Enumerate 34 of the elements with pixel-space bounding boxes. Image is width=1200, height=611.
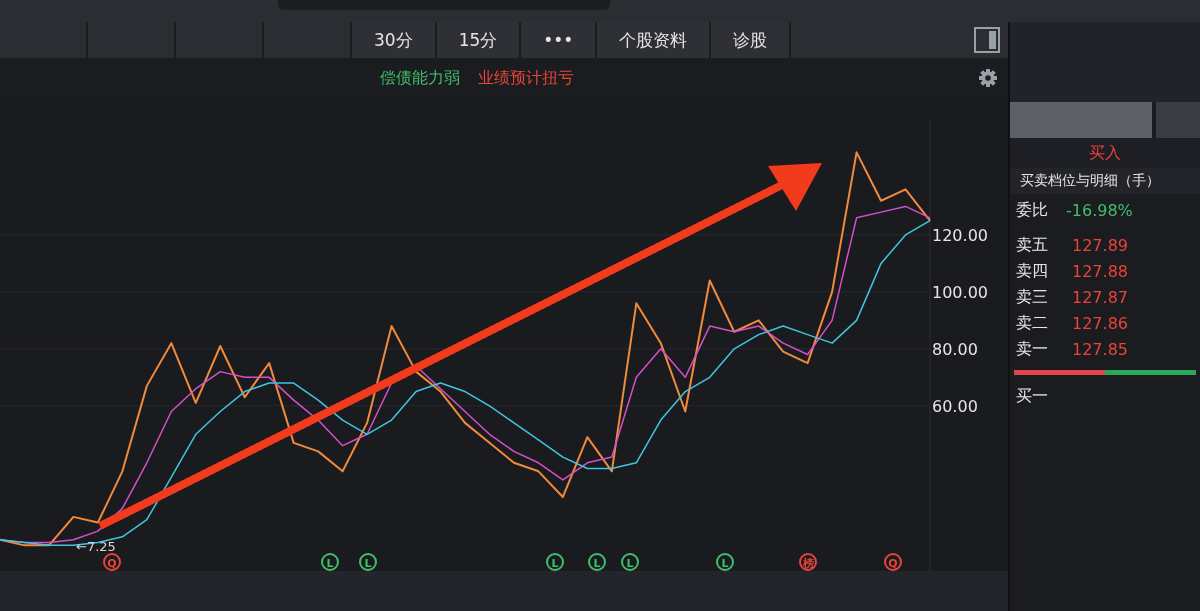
- stock-tag: 业绩预计扭亏: [478, 67, 574, 89]
- settings-icon[interactable]: [978, 68, 998, 88]
- event-marker[interactable]: L: [321, 553, 339, 571]
- event-marker[interactable]: L: [588, 553, 606, 571]
- row-label: 卖五: [1016, 234, 1048, 256]
- event-marker[interactable]: L: [546, 553, 564, 571]
- ask-price: 127.87: [1072, 287, 1128, 307]
- price-axis-label: 60.00: [932, 396, 978, 416]
- panel-block: [1156, 102, 1200, 138]
- price-axis-label: 120.00: [932, 225, 988, 245]
- stock-tag: 偿债能力弱: [380, 67, 460, 89]
- price-axis-label: 80.00: [932, 339, 978, 359]
- row-label: 卖四: [1016, 260, 1048, 282]
- panel-toggle-icon[interactable]: [974, 27, 1000, 53]
- row-label: 卖三: [1016, 286, 1048, 308]
- row-label: 卖二: [1016, 312, 1048, 334]
- ask-price: 127.85: [1072, 339, 1128, 359]
- low-price-label: ←7.25: [76, 539, 116, 554]
- ask-price: 127.86: [1072, 313, 1128, 333]
- row-label: 买一: [1016, 385, 1048, 407]
- ask-price: 127.88: [1072, 261, 1128, 281]
- row-label: 委比: [1016, 199, 1048, 221]
- row-label: 卖一: [1016, 338, 1048, 360]
- event-marker[interactable]: Q: [103, 553, 121, 571]
- event-marker[interactable]: L: [359, 553, 377, 571]
- price-axis-label: 100.00: [932, 282, 988, 302]
- event-marker[interactable]: 榜: [799, 553, 817, 571]
- event-marker[interactable]: L: [716, 553, 734, 571]
- ask-price: 127.89: [1072, 235, 1128, 255]
- event-marker[interactable]: L: [621, 553, 639, 571]
- buy-button[interactable]: 买入: [1010, 138, 1200, 168]
- section-heading: 买卖档位与明细（手）: [1010, 168, 1200, 194]
- event-marker[interactable]: Q: [884, 553, 902, 571]
- ratio-value: -16.98%: [1066, 200, 1133, 220]
